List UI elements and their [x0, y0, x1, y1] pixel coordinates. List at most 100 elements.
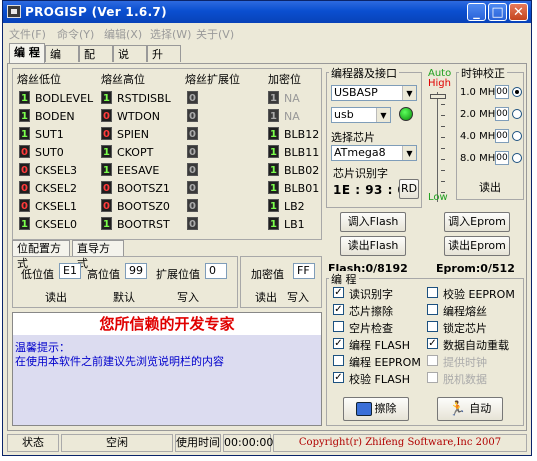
fuse-low-label: CKSEL0 [35, 218, 77, 231]
erase-button[interactable]: 擦除 [343, 397, 409, 421]
fuse-low-value[interactable]: 0 [19, 163, 30, 176]
fuse-high-value[interactable]: 0 [101, 199, 112, 212]
option-checkbox[interactable] [333, 321, 344, 332]
fuse-ext-value[interactable]: 0 [187, 199, 198, 212]
fuse-default-button[interactable]: 默认 [113, 289, 135, 305]
maximize-button[interactable]: □ [488, 3, 507, 21]
lock-bit-value[interactable]: 1 [268, 199, 279, 212]
ext-value-field[interactable]: 0 [205, 263, 227, 279]
fuse-ext-value[interactable]: 0 [187, 127, 198, 140]
fuse-high-value[interactable]: 1 [101, 217, 112, 230]
option-checkbox[interactable] [427, 304, 438, 315]
option-label: 锁定芯片 [443, 322, 487, 335]
menu-about[interactable]: 关于(V) [196, 26, 234, 42]
fuse-write-button[interactable]: 写入 [177, 289, 199, 305]
log-area[interactable]: 您所信赖的开发专家 温馨提示： 在使用本软件之前建议先浏览说明栏的内容 [12, 312, 322, 426]
option-checkbox[interactable]: ✓ [333, 372, 344, 383]
fuse-low-value[interactable]: 1 [19, 217, 30, 230]
auto-label-button: 自动 [469, 402, 492, 415]
time-value: 00:00:00 [223, 434, 273, 452]
lock-bit-value[interactable]: 1 [268, 91, 279, 104]
read-flash-button[interactable]: 读出Flash [340, 236, 406, 256]
fuse-low-value[interactable]: 1 [19, 91, 30, 104]
tab-direct-mode[interactable]: 直导方式 [72, 240, 124, 270]
tab-config[interactable]: 配 置 [79, 45, 113, 78]
menu-select[interactable]: 选择(W) [150, 26, 191, 42]
chip-select[interactable]: ATmega8 ▼ [331, 145, 417, 161]
clock-value-field[interactable]: 00 [495, 129, 509, 143]
menu-edit[interactable]: 编辑(X) [104, 26, 142, 42]
auto-program-button[interactable]: 🏃 自动 [437, 397, 503, 421]
menu-command[interactable]: 命令(Y) [57, 26, 94, 42]
read-signature-button[interactable]: RD [399, 179, 419, 199]
port-select[interactable]: usb ▼ [331, 107, 391, 123]
fuse-high-value[interactable]: 0 [101, 109, 112, 122]
clock-value-field[interactable]: 00 [495, 107, 509, 121]
lock-bit-value[interactable]: 1 [268, 217, 279, 230]
load-eprom-button[interactable]: 调入Eprom [444, 212, 510, 232]
fuse-ext-value[interactable]: 0 [187, 217, 198, 230]
option-checkbox[interactable] [427, 372, 438, 383]
fuse-high-value[interactable]: 1 [101, 145, 112, 158]
chevron-down-icon[interactable]: ▼ [402, 146, 416, 160]
low-value-field[interactable]: E1 [59, 263, 81, 279]
fuse-ext-value[interactable]: 0 [187, 181, 198, 194]
clock-value-field[interactable]: 00 [495, 85, 509, 99]
fuse-high-value[interactable]: 0 [101, 127, 112, 140]
slider-tick [441, 181, 445, 182]
tab-upgrade[interactable]: 升 级 [147, 45, 181, 78]
fuse-ext-value[interactable]: 0 [187, 91, 198, 104]
fuse-ext-value[interactable]: 0 [187, 163, 198, 176]
high-value-label: 高位值 [87, 268, 120, 281]
tab-edit[interactable]: 编 辑 [45, 45, 79, 78]
clock-read-button[interactable]: 读出 [479, 179, 501, 195]
read-eprom-button[interactable]: 读出Eprom [444, 236, 510, 256]
clock-radio[interactable] [512, 131, 522, 141]
lock-bit-value[interactable]: 1 [268, 109, 279, 122]
clock-radio[interactable] [512, 153, 522, 163]
fuse-low-value[interactable]: 1 [19, 109, 30, 122]
programmer-select[interactable]: USBASP ▼ [331, 85, 417, 101]
fuse-ext-value[interactable]: 0 [187, 109, 198, 122]
close-button[interactable]: ✕ [509, 3, 528, 21]
fuse-low-value[interactable]: 0 [19, 145, 30, 158]
tab-program[interactable]: 编 程 [9, 43, 45, 63]
option-checkbox[interactable]: ✓ [333, 304, 344, 315]
option-checkbox[interactable] [427, 355, 438, 366]
lock-bit-value[interactable]: 1 [268, 145, 279, 158]
option-checkbox[interactable]: ✓ [333, 338, 344, 349]
clock-radio[interactable] [512, 109, 522, 119]
lock-write-button[interactable]: 写入 [287, 289, 309, 305]
lock-value-field[interactable]: FF [293, 263, 315, 279]
clock-value-field[interactable]: 00 [495, 151, 509, 165]
fuse-low-value[interactable]: 0 [19, 199, 30, 212]
fuse-read-button[interactable]: 读出 [45, 289, 67, 305]
fuse-high-value[interactable]: 1 [101, 163, 112, 176]
option-checkbox[interactable] [333, 355, 344, 366]
load-flash-button[interactable]: 调入Flash [340, 212, 406, 232]
lock-bit-value[interactable]: 1 [268, 127, 279, 140]
fuse-high-value[interactable]: 0 [101, 181, 112, 194]
tab-bit-config[interactable]: 位配置方式 [12, 240, 70, 270]
option-checkbox[interactable] [427, 287, 438, 298]
option-checkbox[interactable]: ✓ [427, 338, 438, 349]
fuse-low-value[interactable]: 0 [19, 181, 30, 194]
fuse-low-value[interactable]: 1 [19, 127, 30, 140]
tab-help[interactable]: 说 明 [113, 45, 147, 78]
minimize-button[interactable]: _ [467, 3, 486, 21]
chevron-down-icon[interactable]: ▼ [402, 86, 416, 100]
title-bar[interactable]: PROGISP (Ver 1.6.7) _ □ ✕ [3, 1, 531, 23]
chevron-down-icon[interactable]: ▼ [376, 108, 390, 122]
menu-file[interactable]: 文件(F) [9, 26, 46, 42]
lock-bit-value[interactable]: 1 [268, 163, 279, 176]
clock-radio[interactable] [512, 87, 522, 97]
fuse-ext-value[interactable]: 0 [187, 145, 198, 158]
lock-read-button[interactable]: 读出 [255, 289, 277, 305]
option-checkbox[interactable] [427, 321, 438, 332]
lock-bit-value[interactable]: 1 [268, 181, 279, 194]
auto-slider-thumb[interactable] [430, 94, 446, 99]
option-checkbox[interactable]: ✓ [333, 287, 344, 298]
high-value-field[interactable]: 99 [125, 263, 147, 279]
time-label: 使用时间 [175, 434, 221, 452]
fuse-high-value[interactable]: 1 [101, 91, 112, 104]
